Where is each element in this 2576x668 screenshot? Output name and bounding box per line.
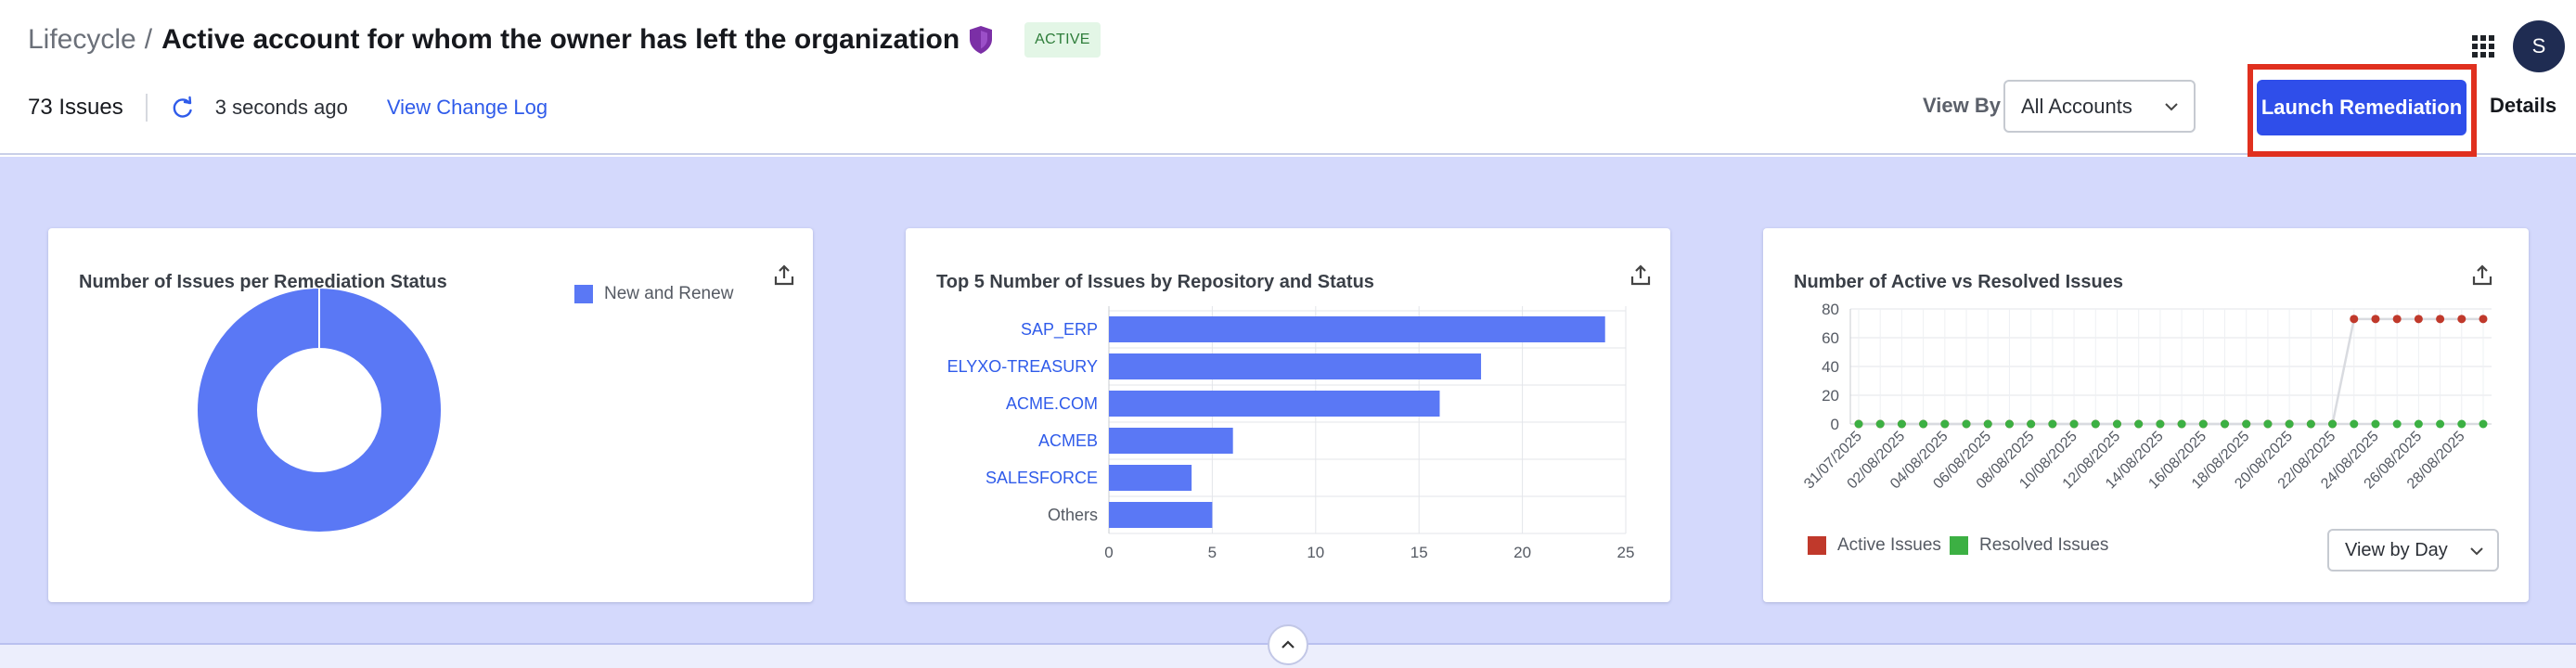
data-point — [2328, 419, 2338, 429]
data-point — [1854, 419, 1863, 429]
data-point — [2004, 419, 2014, 429]
data-point — [2091, 419, 2100, 429]
x-tick-label: 5 — [1208, 544, 1217, 561]
data-point — [2263, 419, 2273, 429]
data-point — [2371, 419, 2380, 429]
breadcrumb-lifecycle[interactable]: Lifecycle — [28, 24, 136, 56]
data-point — [1962, 419, 1971, 429]
data-point — [1919, 419, 1928, 429]
legend-item-resolved: Resolved Issues — [1950, 535, 2108, 556]
y-tick-label: 60 — [1822, 329, 1839, 347]
bar — [1109, 353, 1482, 379]
data-point — [2069, 419, 2079, 429]
meta-row: 73 Issues 3 seconds ago View Change Log — [28, 89, 547, 126]
view-by-select[interactable]: All Accounts — [2003, 80, 2196, 133]
issues-count: 73 Issues — [28, 95, 123, 120]
details-link[interactable]: Details — [2490, 94, 2557, 118]
y-tick-label: 40 — [1822, 358, 1839, 376]
data-point — [2436, 315, 2445, 324]
legend-label: Active Issues — [1837, 535, 1941, 555]
category-label: ACME.COM — [1006, 394, 1098, 413]
bar — [1109, 502, 1213, 528]
chevron-down-icon — [2165, 103, 2178, 111]
apps-grid-icon[interactable] — [2472, 35, 2494, 58]
collapse-panel-button[interactable] — [1268, 624, 1308, 665]
top-repositories-card: Top 5 Number of Issues by Repository and… — [906, 228, 1670, 602]
bar — [1109, 316, 1605, 342]
data-point — [2285, 419, 2294, 429]
view-by-label: View By — [1923, 94, 2001, 117]
data-point — [2306, 419, 2315, 429]
data-point — [2392, 419, 2402, 429]
data-point — [1875, 419, 1885, 429]
data-point — [2371, 315, 2380, 324]
data-point — [2392, 315, 2402, 324]
category-label: ACMEB — [1038, 431, 1098, 450]
x-tick-label: 25 — [1617, 544, 1635, 561]
data-point — [2479, 315, 2488, 324]
view-by-value: All Accounts — [2021, 94, 2132, 118]
view-change-log-link[interactable]: View Change Log — [387, 96, 547, 120]
active-vs-resolved-card: Number of Active vs Resolved Issues 0 20 4… — [1763, 228, 2529, 602]
data-point — [2350, 419, 2359, 429]
data-point — [2350, 315, 2359, 324]
data-point — [1897, 419, 1906, 429]
refresh-timestamp: 3 seconds ago — [214, 96, 348, 119]
data-point — [2457, 419, 2467, 429]
data-point — [2479, 419, 2488, 429]
category-label: SAP_ERP — [1021, 320, 1098, 340]
x-tick-label: 20 — [1513, 544, 1531, 561]
data-point — [1940, 419, 1950, 429]
status-badge: ACTIVE — [1024, 22, 1101, 58]
divider — [145, 94, 148, 122]
legend-label: Resolved Issues — [1979, 535, 2109, 555]
bar — [1109, 391, 1440, 417]
data-point — [2221, 419, 2230, 429]
x-tick-label: 0 — [1104, 544, 1113, 561]
data-point — [2198, 419, 2208, 429]
breadcrumb-separator: / — [144, 24, 153, 55]
data-point — [2134, 419, 2144, 429]
view-by-day-value: View by Day — [2345, 539, 2448, 560]
shield-icon — [970, 26, 993, 54]
legend-swatch — [1950, 536, 1968, 555]
legend-item-active: Active Issues — [1808, 535, 1941, 556]
data-point — [2048, 419, 2057, 429]
data-point — [2027, 419, 2036, 429]
chevron-down-icon — [2470, 547, 2483, 556]
y-tick-label: 20 — [1822, 387, 1839, 405]
category-label: SALESFORCE — [985, 469, 1098, 487]
data-point — [2457, 315, 2467, 324]
bar — [1109, 465, 1192, 491]
remediation-status-card: Number of Issues per Remediation Status … — [48, 228, 813, 602]
view-by-day-select[interactable]: View by Day — [2327, 529, 2499, 572]
data-point — [1983, 419, 1992, 429]
y-tick-label: 0 — [1831, 416, 1839, 433]
series-line — [1859, 317, 2483, 426]
x-tick-label: 15 — [1410, 544, 1428, 561]
avatar[interactable]: S — [2513, 20, 2565, 72]
data-point — [2414, 315, 2423, 324]
data-point — [2242, 419, 2251, 429]
data-point — [2156, 419, 2165, 429]
page-title: Active account for whom the owner has le… — [161, 24, 960, 55]
bar-chart: 0 5 10 15 20 25 SAP_ERP ELYXO-TREASURY ACME.COM A… — [947, 306, 1635, 561]
data-point — [2112, 419, 2121, 429]
page-header: Lifecycle / Active account for whom the … — [0, 0, 2576, 157]
donut-chart — [198, 289, 441, 532]
category-label: ELYXO-TREASURY — [947, 357, 1098, 376]
refresh-icon[interactable] — [171, 96, 195, 120]
legend-swatch — [1808, 536, 1826, 555]
data-point — [2177, 419, 2186, 429]
data-point — [2436, 419, 2445, 429]
bar — [1109, 428, 1233, 454]
category-label: Others — [1048, 506, 1098, 524]
x-tick-label: 10 — [1307, 544, 1324, 561]
y-tick-label: 80 — [1822, 301, 1839, 318]
title-row: Lifecycle / Active account for whom the … — [28, 19, 1101, 61]
launch-remediation-button[interactable]: Launch Remediation — [2257, 80, 2467, 135]
chevron-up-icon — [1282, 640, 1294, 649]
data-point — [2414, 419, 2423, 429]
